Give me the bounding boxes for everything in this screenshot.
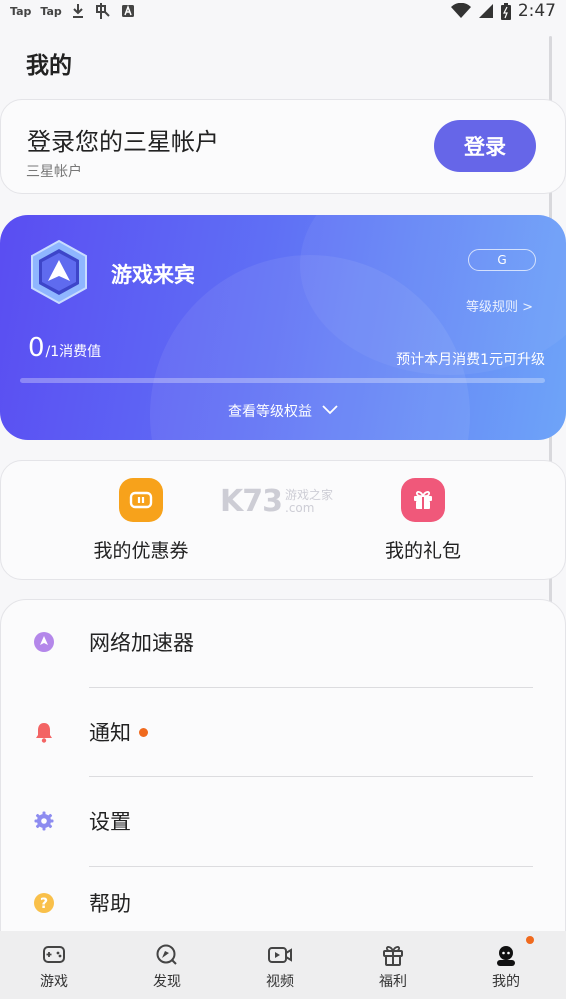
menu-label-settings: 设置 — [89, 810, 131, 834]
level-rules-link[interactable]: 等级规则 > — [466, 296, 533, 315]
svg-text:?: ? — [40, 896, 48, 912]
view-benefits-link[interactable]: 查看等级权益 — [0, 401, 566, 421]
download-icon — [71, 3, 85, 19]
menu-item-help[interactable]: ? 帮助 — [1, 873, 566, 933]
my-gifts-button[interactable]: 我的礼包 — [323, 461, 523, 563]
menu-item-settings[interactable]: 设置 — [1, 791, 566, 851]
membership-level-card[interactable]: 游戏来宾 G 等级规则 > 0 /1消费值 预计本月消费1元可升级 查看等级权益 — [0, 215, 566, 440]
level-name: 游戏来宾 — [111, 263, 195, 287]
menu-divider — [89, 776, 533, 777]
video-icon — [267, 943, 293, 967]
signal-icon — [478, 3, 494, 19]
gamepad-icon — [42, 943, 66, 967]
my-gifts-label: 我的礼包 — [384, 540, 461, 562]
accelerator-icon — [33, 631, 55, 653]
nav-tab-discover[interactable]: 发现 — [127, 931, 207, 999]
menu-label-accelerator: 网络加速器 — [89, 631, 194, 655]
clock: 2:47 — [517, 1, 556, 21]
status-bar: Tap Tap 2:47 — [0, 0, 566, 22]
nav-tab-games[interactable]: 游戏 — [14, 931, 94, 999]
nav-label-games: 游戏 — [40, 974, 68, 990]
watermark-logo: K73 — [220, 484, 283, 519]
discover-icon — [155, 943, 179, 967]
nav-label-video: 视频 — [266, 974, 294, 990]
coupon-icon — [119, 478, 163, 522]
upgrade-tip: 预计本月消费1元可升级 — [396, 352, 545, 368]
keyboard-icon — [121, 4, 135, 18]
menu-item-notifications[interactable]: 通知 — [1, 702, 566, 762]
settings-menu-card: 网络加速器 通知 设置 ? 帮助 — [0, 599, 566, 959]
quick-actions-card: 我的优惠券 我的礼包 — [0, 460, 566, 580]
gift-icon — [401, 478, 445, 522]
profile-notification-dot — [526, 936, 534, 944]
nav-label-welfare: 福利 — [379, 974, 407, 990]
login-button[interactable]: 登录 — [434, 120, 536, 172]
gear-icon — [33, 810, 55, 832]
menu-divider — [89, 866, 533, 867]
gift-box-icon — [381, 943, 405, 967]
profile-icon — [494, 943, 518, 967]
level-progress-bar — [20, 378, 545, 383]
help-icon: ? — [33, 892, 55, 914]
account-title: 登录您的三星帐户 — [27, 128, 219, 156]
nav-tab-me[interactable]: 我的 — [466, 931, 546, 999]
translate-icon — [94, 2, 112, 20]
level-badge-icon — [28, 239, 90, 305]
nav-label-me: 我的 — [492, 974, 520, 990]
taptap-app-label: Tap — [10, 4, 32, 18]
menu-divider — [89, 687, 533, 688]
points-current: 0 — [28, 333, 45, 363]
my-coupons-button[interactable]: 我的优惠券 — [41, 461, 241, 563]
points-target: /1消费值 — [45, 344, 102, 360]
view-benefits-label: 查看等级权益 — [228, 404, 312, 420]
site-watermark: K73 游戏之家 .com — [220, 484, 333, 519]
chevron-down-icon — [322, 403, 338, 419]
points-display: 0 /1消费值 — [28, 333, 101, 363]
bottom-navigation: 游戏 发现 视频 福利 我的 — [0, 931, 566, 999]
wifi-icon — [450, 3, 471, 19]
watermark-line1: 游戏之家 — [285, 487, 334, 502]
bell-icon — [33, 721, 55, 743]
nav-tab-video[interactable]: 视频 — [240, 931, 320, 999]
battery-icon — [500, 2, 511, 20]
account-subtitle: 三星帐户 — [26, 164, 82, 180]
my-coupons-label: 我的优惠券 — [93, 540, 189, 562]
nav-tab-welfare[interactable]: 福利 — [353, 931, 433, 999]
grade-badge: G — [468, 249, 536, 271]
notification-badge — [139, 728, 148, 737]
menu-label-notifications: 通知 — [89, 721, 131, 745]
nav-label-discover: 发现 — [153, 974, 181, 990]
menu-label-help: 帮助 — [89, 892, 131, 916]
taptap-app-label-2: Tap — [40, 4, 62, 18]
menu-item-accelerator[interactable]: 网络加速器 — [1, 612, 566, 672]
watermark-line2: .com — [285, 500, 315, 515]
page-title: 我的 — [26, 53, 72, 79]
